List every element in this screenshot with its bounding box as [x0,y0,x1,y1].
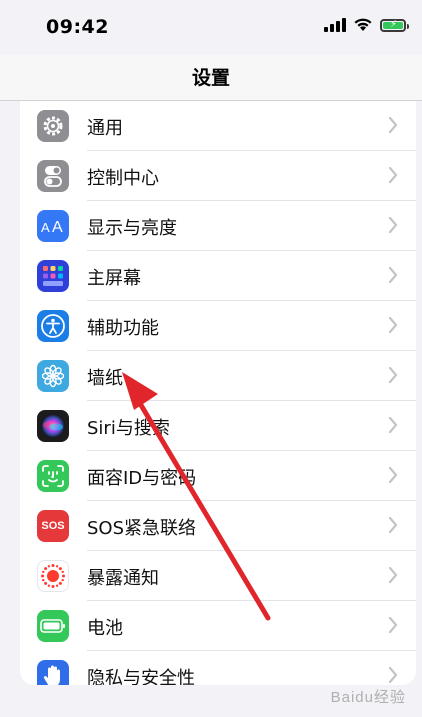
chevron-right-icon [388,616,398,634]
settings-item-label: 主屏幕 [87,268,141,289]
settings-item-label: 墙纸 [87,368,123,389]
sos-icon: SOS [37,510,69,542]
chevron-right-icon [388,116,398,134]
settings-item-label: 隐私与安全性 [87,668,195,685]
settings-item-general[interactable]: 通用 [20,101,416,151]
settings-item-emergency-sos[interactable]: SOS SOS紧急联络 [20,501,416,551]
watermark: Baidu经验 [330,689,406,706]
settings-item-label: SOS紧急联络 [87,518,197,539]
navigation-bar: 设置 [0,55,422,101]
settings-item-battery[interactable]: 电池 [20,601,416,651]
chevron-right-icon [388,516,398,534]
settings-item-label: 通用 [87,118,123,139]
settings-item-home-screen[interactable]: 主屏幕 [20,251,416,301]
cellular-signal-icon [324,18,346,32]
status-time: 09:42 [46,16,109,38]
battery-status-icon: ⚡ [380,18,409,32]
chevron-right-icon [388,416,398,434]
page-title: 设置 [191,67,230,89]
settings-item-label: 暴露通知 [87,568,159,589]
wifi-icon [354,18,372,31]
svg-text:A: A [41,220,50,235]
chevron-right-icon [388,266,398,284]
settings-item-siri-search[interactable]: Siri与搜索 [20,401,416,451]
face-id-icon [37,460,69,492]
flower-icon [37,360,69,392]
status-icons: ⚡ [324,18,409,32]
settings-item-label: 辅助功能 [87,318,159,339]
settings-item-label: 控制中心 [87,168,159,189]
settings-item-label: 面容ID与密码 [87,468,197,489]
battery-icon [37,610,69,642]
chevron-right-icon [388,166,398,184]
sos-icon-text: SOS [41,520,65,532]
settings-item-label: Siri与搜索 [87,418,170,439]
accessibility-icon [37,310,69,342]
settings-item-display-brightness[interactable]: A A 显示与亮度 [20,201,416,251]
exposure-icon [37,560,69,592]
svg-text:A: A [52,219,63,236]
home-grid-icon [37,260,69,292]
chevron-right-icon [388,216,398,234]
toggles-icon [37,160,69,192]
settings-item-exposure-notifications[interactable]: 暴露通知 [20,551,416,601]
settings-list: 通用 控制中心 A A 显示与亮度 主屏幕 辅助功能 墙纸 Siri与搜索 面容… [20,101,416,685]
hand-icon [37,660,69,685]
settings-item-wallpaper[interactable]: 墙纸 [20,351,416,401]
settings-item-face-id-passcode[interactable]: 面容ID与密码 [20,451,416,501]
settings-item-accessibility[interactable]: 辅助功能 [20,301,416,351]
status-bar: 09:42 ⚡ [0,0,422,55]
chevron-right-icon [388,366,398,384]
settings-item-control-center[interactable]: 控制中心 [20,151,416,201]
siri-icon [37,410,69,442]
gear-icon [37,110,69,142]
settings-item-privacy-security[interactable]: 隐私与安全性 [20,651,416,685]
settings-item-label: 电池 [87,618,123,639]
chevron-right-icon [388,666,398,684]
text-size-icon: A A [37,210,69,242]
settings-item-label: 显示与亮度 [87,218,177,239]
chevron-right-icon [388,466,398,484]
chevron-right-icon [388,316,398,334]
chevron-right-icon [388,566,398,584]
